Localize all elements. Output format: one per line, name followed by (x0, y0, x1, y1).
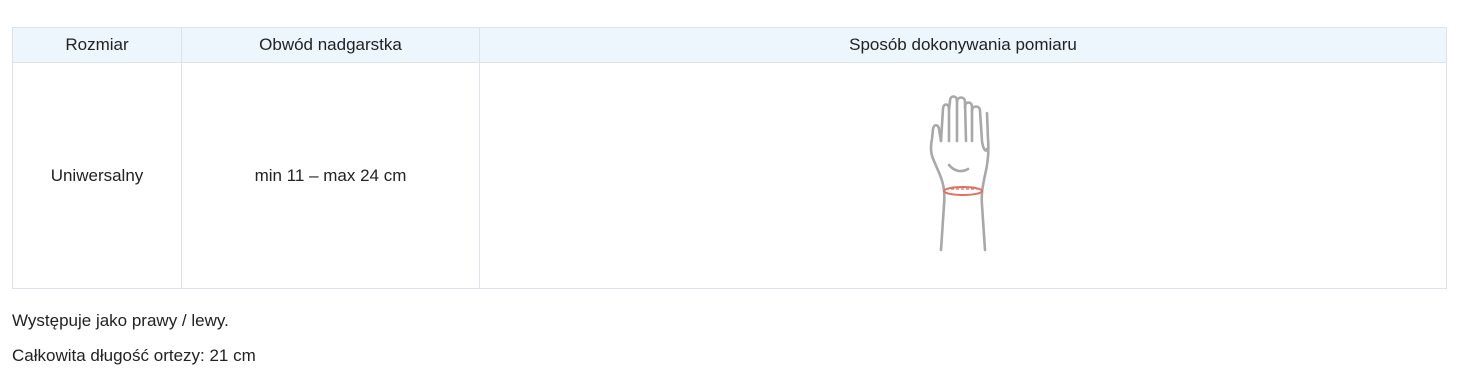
table-row: Uniwersalny min 11 – max 24 cm (12, 62, 1447, 289)
cell-size: Uniwersalny (12, 62, 182, 289)
size-table: Rozmiar Obwód nadgarstka Sposób dokonywa… (12, 27, 1447, 289)
cell-measurement-method (479, 62, 1447, 289)
header-row: Rozmiar Obwód nadgarstka Sposób dokonywa… (12, 27, 1447, 63)
header-wrist-circumference: Obwód nadgarstka (181, 27, 480, 63)
size-table-header: Rozmiar Obwód nadgarstka Sposób dokonywa… (12, 27, 1447, 63)
hand-wrist-measure-icon (928, 93, 998, 253)
cell-wrist-circumference: min 11 – max 24 cm (181, 62, 480, 289)
header-measurement-method: Sposób dokonywania pomiaru (479, 27, 1447, 63)
note-total-length: Całkowita długość ortezy: 21 cm (12, 346, 256, 365)
product-notes: Występuje jako prawy / lewy. Całkowita d… (12, 310, 256, 380)
header-size: Rozmiar (12, 27, 182, 63)
size-table-body: Uniwersalny min 11 – max 24 cm (12, 62, 1447, 289)
note-sides: Występuje jako prawy / lewy. (12, 311, 229, 330)
